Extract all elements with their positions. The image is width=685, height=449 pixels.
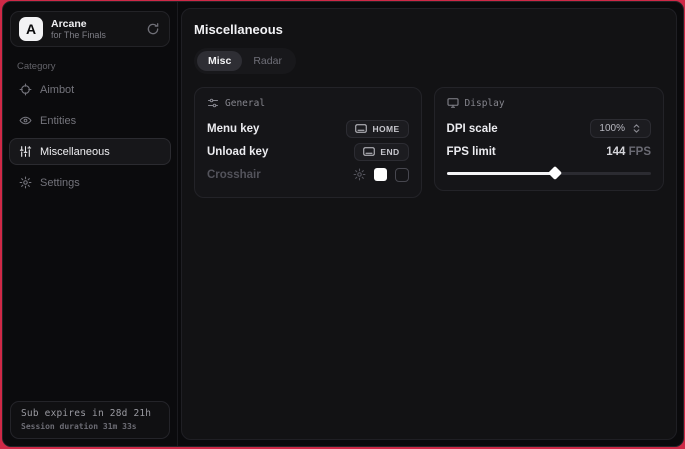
- page-title: Miscellaneous: [194, 22, 664, 37]
- crosshair-row: Crosshair: [207, 163, 409, 186]
- fps-unit: FPS: [629, 146, 651, 158]
- slider-fill: [447, 172, 555, 175]
- dpi-scale-select[interactable]: 100%: [590, 119, 651, 138]
- unload-key-row: Unload key END: [207, 140, 409, 163]
- main-panel: Miscellaneous Misc Radar General Menu ke…: [181, 8, 677, 440]
- chevron-up-down-icon: [631, 123, 642, 134]
- keyboard-icon: [363, 147, 375, 156]
- crosshair-checkbox[interactable]: [395, 168, 409, 182]
- general-card-title: General: [225, 98, 265, 109]
- crosshair-controls: [353, 168, 409, 182]
- display-card: Display DPI scale 100% FPS limit: [434, 87, 664, 191]
- app-logo: A: [19, 17, 43, 41]
- fps-limit-slider[interactable]: [447, 167, 651, 179]
- sidebar-item-miscellaneous[interactable]: Miscellaneous: [9, 138, 171, 165]
- session-duration-text: Session duration 31m 33s: [21, 422, 159, 431]
- crosshair-icon: [19, 83, 32, 96]
- crosshair-settings-gear-icon[interactable]: [353, 168, 366, 181]
- eye-icon: [19, 114, 32, 127]
- crosshair-color-swatch[interactable]: [374, 168, 387, 181]
- crosshair-label: Crosshair: [207, 169, 261, 181]
- menu-key-row: Menu key HOME: [207, 117, 409, 140]
- app-window: A Arcane for The Finals Category Aimbot: [2, 1, 684, 447]
- menu-key-button[interactable]: HOME: [346, 120, 408, 138]
- category-label: Category: [17, 61, 177, 72]
- sub-expires-text: Sub expires in 28d 21h: [21, 408, 159, 419]
- subscription-info-box: Sub expires in 28d 21h Session duration …: [10, 401, 170, 439]
- sliders-icon: [19, 145, 32, 158]
- sidebar: A Arcane for The Finals Category Aimbot: [3, 2, 178, 446]
- display-card-header: Display: [447, 97, 651, 109]
- sidebar-item-settings[interactable]: Settings: [9, 169, 171, 196]
- sidebar-item-aimbot[interactable]: Aimbot: [9, 76, 171, 103]
- refresh-icon[interactable]: [145, 21, 161, 37]
- unload-key-button[interactable]: END: [354, 143, 408, 161]
- monitor-icon: [447, 97, 459, 109]
- sidebar-item-label: Settings: [40, 177, 80, 189]
- display-card-title: Display: [465, 98, 505, 109]
- fps-limit-label: FPS limit: [447, 146, 496, 158]
- fps-limit-row: FPS limit 144 FPS: [447, 140, 651, 163]
- app-meta: Arcane for The Finals: [51, 18, 145, 41]
- fps-limit-value: 144 FPS: [606, 146, 651, 158]
- app-header-card: A Arcane for The Finals: [10, 11, 170, 47]
- sidebar-item-entities[interactable]: Entities: [9, 107, 171, 134]
- general-card: General Menu key HOME Unload key: [194, 87, 422, 198]
- app-subtitle: for The Finals: [51, 30, 145, 41]
- settings-cards: General Menu key HOME Unload key: [194, 87, 664, 198]
- sidebar-item-label: Miscellaneous: [40, 146, 110, 158]
- keyboard-icon: [355, 124, 367, 133]
- unload-key-value: END: [380, 147, 399, 157]
- tab-radar[interactable]: Radar: [242, 51, 293, 71]
- sidebar-nav: Aimbot Entities Miscellaneous: [3, 76, 177, 196]
- dpi-scale-value: 100%: [599, 123, 625, 134]
- slider-thumb[interactable]: [548, 166, 562, 180]
- sidebar-item-label: Aimbot: [40, 84, 74, 96]
- dpi-scale-label: DPI scale: [447, 123, 498, 135]
- app-title: Arcane: [51, 18, 145, 30]
- menu-key-label: Menu key: [207, 123, 259, 135]
- dpi-scale-row: DPI scale 100%: [447, 117, 651, 140]
- sidebar-item-label: Entities: [40, 115, 76, 127]
- gear-icon: [19, 176, 32, 189]
- tab-bar: Misc Radar: [194, 48, 296, 74]
- unload-key-label: Unload key: [207, 146, 268, 158]
- menu-key-value: HOME: [372, 124, 399, 134]
- sliders-horizontal-icon: [207, 97, 219, 109]
- general-card-header: General: [207, 97, 409, 109]
- tab-misc[interactable]: Misc: [197, 51, 242, 71]
